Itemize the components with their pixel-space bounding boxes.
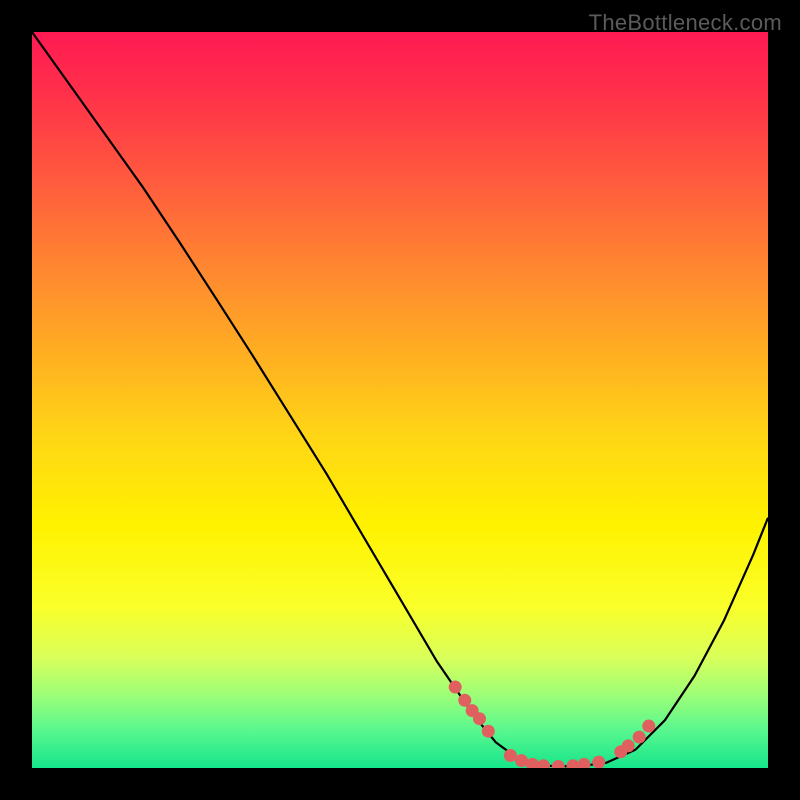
data-point [473,712,486,725]
data-point [482,725,495,738]
data-point [578,758,591,768]
curve-line [32,32,768,767]
points-group [449,681,656,768]
data-point [566,759,579,768]
watermark-text: TheBottleneck.com [589,10,782,36]
data-point [552,760,565,768]
chart-svg [32,32,768,768]
data-point [642,720,655,733]
data-point [515,754,528,767]
data-point [537,759,550,768]
data-point [592,756,605,768]
plot-area [32,32,768,768]
data-point [504,749,517,762]
data-point [633,731,646,744]
data-point [622,739,635,752]
data-point [449,681,462,694]
data-point [526,758,539,768]
